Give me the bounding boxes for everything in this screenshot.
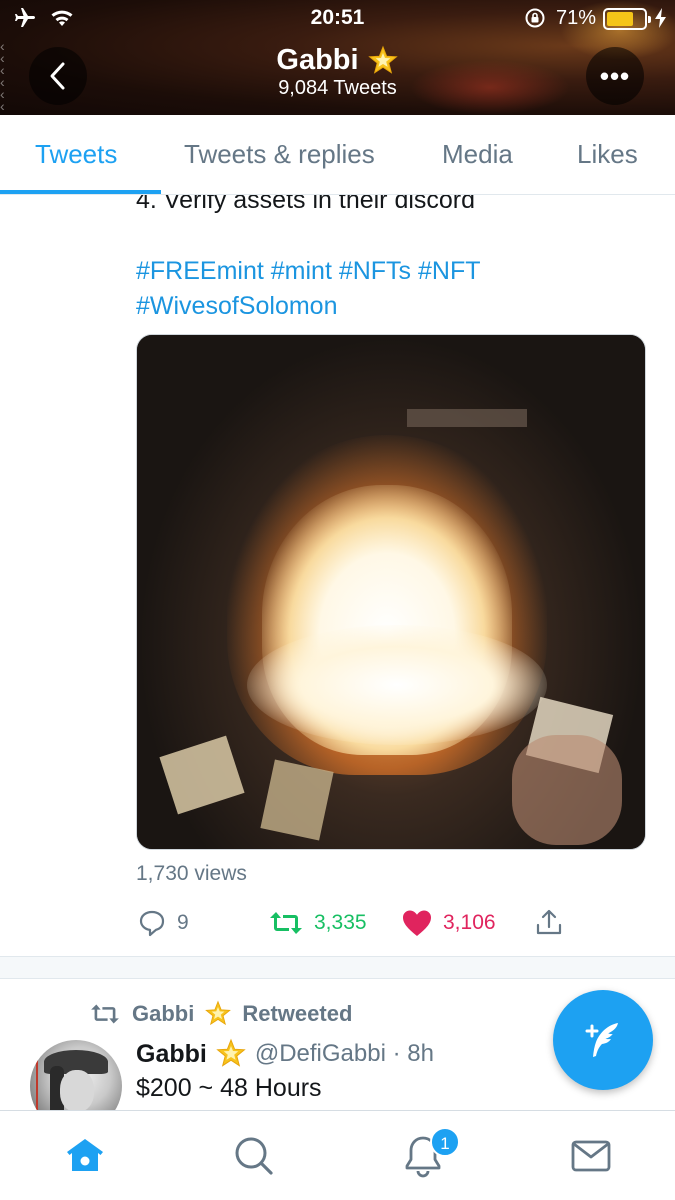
retweet-count: 3,335 — [314, 911, 367, 934]
glowing-star-emoji-icon — [205, 1000, 232, 1026]
reply-icon — [139, 910, 165, 937]
profile-tabs: Tweets Tweets & replies Media Likes — [0, 115, 675, 195]
fire-base — [247, 625, 547, 745]
retweet-context: Gabbi Retweeted — [88, 1000, 352, 1028]
tweet-separator — [0, 957, 675, 978]
battery-icon — [603, 8, 651, 30]
view-count: 1,730 views — [136, 862, 247, 885]
author-handle-time: @DefiGabbi · 8h — [254, 1040, 434, 1067]
nav-messages[interactable] — [568, 1133, 614, 1179]
tweet-text: $200 ~ 48 Hours — [136, 1074, 322, 1102]
hashtag-line[interactable]: #WivesofSolomon — [136, 289, 606, 324]
nav-home[interactable] — [62, 1133, 108, 1179]
rotation-lock-icon — [525, 8, 545, 28]
like-count: 3,106 — [443, 911, 496, 934]
profile-name: Gabbi — [276, 44, 359, 76]
tab-likes[interactable]: Likes — [577, 139, 638, 170]
tweet-video[interactable] — [136, 334, 646, 850]
status-bar: 20:51 71% — [0, 0, 675, 38]
tweet-author-row: Gabbi @DefiGabbi · 8h — [136, 1038, 434, 1070]
nav-search[interactable] — [231, 1133, 277, 1179]
charging-icon — [655, 8, 666, 28]
tweet-count: 9,084 Tweets — [278, 77, 397, 99]
share-button[interactable] — [534, 908, 564, 938]
retweet-button[interactable]: 3,335 — [268, 908, 367, 938]
tab-tweets-and-replies[interactable]: Tweets & replies — [184, 139, 375, 170]
tab-media[interactable]: Media — [442, 139, 513, 170]
more-options-button[interactable]: ••• — [586, 47, 644, 105]
bottom-navigation: 1 — [0, 1110, 675, 1200]
battery-percent: 71% — [556, 7, 597, 29]
more-dots-icon: ••• — [599, 60, 631, 91]
tweet-hashtags: #FREEmint #mint #NFTs #NFT #WivesofSolom… — [136, 254, 606, 324]
retweet-icon — [270, 912, 302, 934]
author-name[interactable]: Gabbi — [136, 1040, 207, 1069]
notification-badge: 1 — [430, 1127, 460, 1157]
home-icon — [67, 1139, 103, 1171]
hashtag-line[interactable]: #FREEmint #mint #NFTs #NFT — [136, 254, 606, 289]
compose-tweet-button[interactable] — [553, 990, 653, 1090]
profile-title: Gabbi 9,084 Tweets — [0, 44, 675, 100]
glowing-star-emoji-icon — [367, 45, 398, 74]
reply-button[interactable]: 9 — [137, 908, 189, 938]
messages-icon — [571, 1140, 611, 1172]
retweet-icon — [91, 1004, 119, 1024]
share-icon — [536, 909, 562, 935]
retweeter-name[interactable]: Gabbi — [132, 1001, 194, 1027]
battery-level-fill — [607, 12, 633, 26]
retweeted-label: Retweeted — [242, 1001, 353, 1026]
profile-name-row: Gabbi — [276, 44, 398, 77]
tab-tweets[interactable]: Tweets — [35, 139, 117, 170]
like-button[interactable]: 3,106 — [401, 908, 496, 938]
search-icon — [235, 1137, 273, 1175]
compose-quill-icon — [585, 1023, 618, 1057]
profile-header: ‹ ‹ ‹ ‹ ‹ ‹ 20:51 71% Gabbi 9,084 Tweets ••• — [0, 0, 675, 115]
glowing-star-emoji-icon — [216, 1038, 246, 1067]
reply-count: 9 — [177, 911, 189, 934]
heart-icon — [403, 910, 431, 936]
active-tab-indicator — [0, 190, 161, 194]
